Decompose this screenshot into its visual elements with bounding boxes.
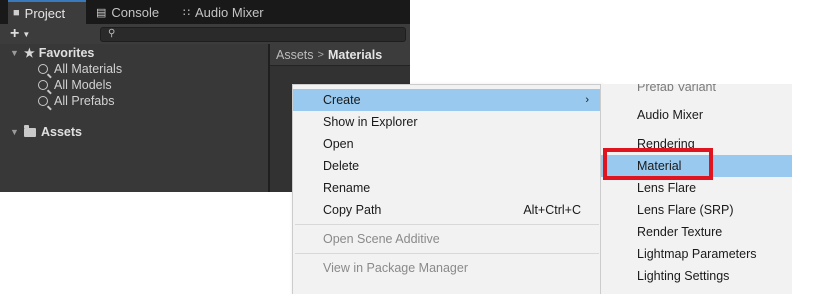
favorites-label: Favorites — [38, 46, 95, 60]
submenu-item-label: Lens Flare — [637, 181, 697, 195]
submenu-item-lighting-settings[interactable]: Lighting Settings — [601, 265, 792, 287]
submenu-item-label: Audio Mixer — [637, 108, 703, 122]
favorite-item-all-prefabs[interactable]: All Prefabs — [38, 93, 114, 109]
menu-item-label: Create — [323, 93, 361, 107]
chevron-right-icon: › — [585, 94, 589, 106]
breadcrumb: Assets > Materials — [270, 44, 410, 66]
favorite-item-all-models[interactable]: All Models — [38, 77, 112, 93]
project-toolbar: + ▼ ⚲ — [0, 24, 410, 44]
breadcrumb-materials[interactable]: Materials — [328, 48, 382, 62]
plus-icon: + — [10, 25, 20, 42]
create-submenu: Prefab Variant Audio Mixer Rendering Mat… — [600, 84, 792, 294]
menu-item-label: Rename — [323, 181, 371, 195]
menu-item-label: Copy Path — [323, 203, 382, 217]
favorites-header[interactable]: ★ Favorites — [24, 45, 94, 61]
menu-item-open-scene-additive: Open Scene Additive — [293, 228, 601, 250]
chevron-down-icon: ▼ — [22, 29, 31, 39]
menu-item-create[interactable]: Create › — [293, 89, 601, 111]
menu-item-label: Open Scene Additive — [323, 232, 440, 246]
submenu-item-audio-mixer[interactable]: Audio Mixer — [601, 104, 792, 126]
menu-item-label: Open — [323, 137, 354, 151]
submenu-item-lens-flare-srp[interactable]: Lens Flare (SRP) — [601, 199, 792, 221]
assets-label: Assets — [41, 125, 82, 139]
expand-arrow-icon[interactable]: ▼ — [10, 48, 19, 58]
annotation-highlight-box — [603, 148, 713, 180]
folder-icon: ■ — [13, 7, 20, 19]
submenu-item-lens-flare[interactable]: Lens Flare — [601, 177, 792, 199]
menu-item-label: View in Package Manager — [323, 261, 468, 275]
tab-label: Console — [111, 4, 160, 20]
tab-label: Project — [24, 5, 66, 21]
search-icon: ⚲ — [108, 28, 116, 39]
submenu-item-label: Lighting Settings — [637, 269, 730, 283]
menu-item-show-in-explorer[interactable]: Show in Explorer — [293, 111, 601, 133]
submenu-item-label: Render Texture — [637, 225, 723, 239]
menu-item-delete[interactable]: Delete — [293, 155, 601, 177]
folder-tree: ▼ ★ Favorites All Materials All Models A… — [0, 44, 268, 192]
search-icon — [38, 80, 48, 90]
submenu-item-lightmap-parameters[interactable]: Lightmap Parameters — [601, 243, 792, 265]
star-icon: ★ — [24, 46, 35, 60]
menu-item-open[interactable]: Open — [293, 133, 601, 155]
menu-item-shortcut: Alt+Ctrl+C — [523, 203, 581, 217]
search-icon — [38, 64, 48, 74]
tab-console[interactable]: ▤ Console — [96, 0, 159, 24]
favorite-item-all-materials[interactable]: All Materials — [38, 61, 122, 77]
submenu-item-prefab-variant[interactable]: Prefab Variant — [601, 84, 792, 98]
submenu-item-label: Lightmap Parameters — [637, 247, 757, 261]
menu-item-view-in-package-manager: View in Package Manager — [293, 257, 601, 279]
menu-item-rename[interactable]: Rename — [293, 177, 601, 199]
audio-mixer-icon: ∷ — [183, 6, 190, 19]
favorite-label: All Models — [54, 78, 112, 92]
folder-icon — [24, 124, 36, 137]
menu-separator — [295, 224, 599, 225]
breadcrumb-separator: > — [317, 48, 324, 61]
menu-item-label: Delete — [323, 159, 360, 173]
submenu-item-render-texture[interactable]: Render Texture — [601, 221, 792, 243]
menu-item-copy-path[interactable]: Copy Path Alt+Ctrl+C — [293, 199, 601, 221]
search-icon — [38, 96, 48, 106]
expand-arrow-icon[interactable]: ▼ — [10, 127, 19, 137]
search-input[interactable]: ⚲ — [100, 27, 406, 42]
breadcrumb-assets[interactable]: Assets — [276, 48, 314, 62]
assets-folder[interactable]: Assets — [24, 124, 82, 140]
menu-separator — [295, 253, 599, 254]
favorite-label: All Prefabs — [54, 94, 115, 108]
tab-bar: ■ Project ▤ Console ∷ Audio Mixer — [0, 0, 410, 24]
console-icon: ▤ — [96, 6, 107, 19]
tab-audio-mixer[interactable]: ∷ Audio Mixer — [183, 0, 264, 24]
favorite-label: All Materials — [54, 62, 123, 76]
menu-item-label: Show in Explorer — [323, 115, 418, 129]
submenu-item-label: Prefab Variant — [637, 84, 716, 94]
context-menu: Create › Show in Explorer Open Delete Re… — [292, 84, 602, 294]
tab-project[interactable]: ■ Project — [8, 0, 86, 24]
tab-label: Audio Mixer — [195, 4, 264, 20]
create-dropdown-button[interactable]: + ▼ — [10, 24, 30, 44]
submenu-item-label: Lens Flare (SRP) — [637, 203, 734, 217]
